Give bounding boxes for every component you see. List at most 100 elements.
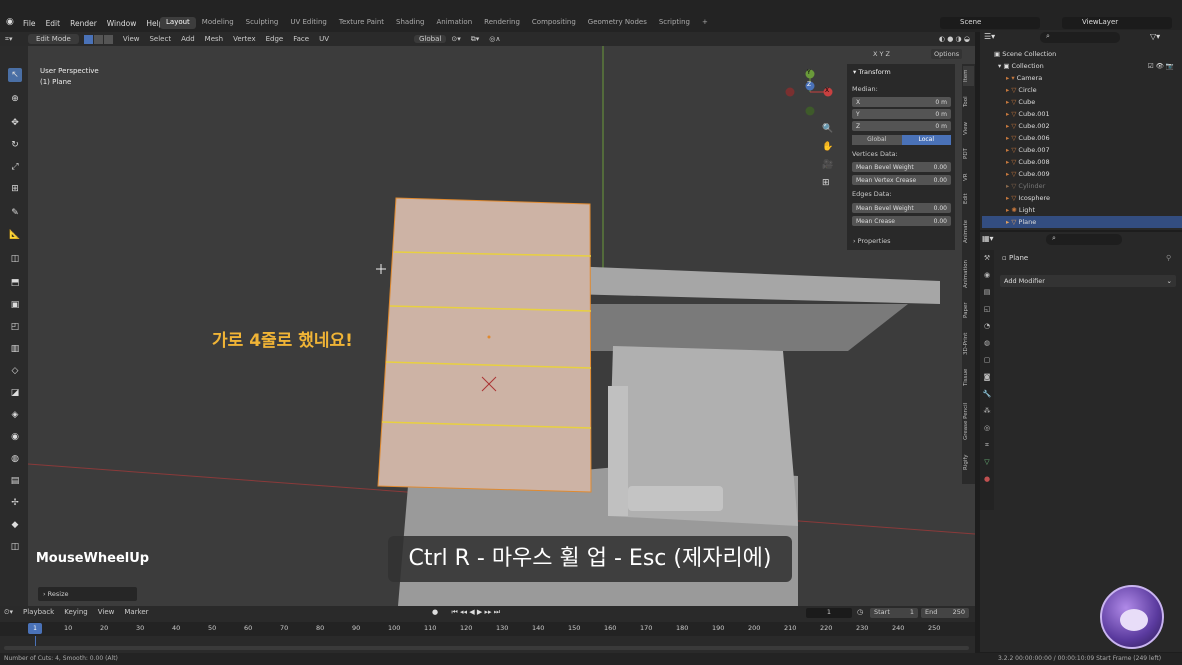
outliner-item-circle[interactable]: ▸ ▽ Circle <box>1006 84 1182 96</box>
menu-edit[interactable]: Edit <box>41 19 66 28</box>
sidebar-tab-animation[interactable]: Animation <box>963 254 974 294</box>
outliner-item-icosphere[interactable]: ▸ ▽ Icosphere <box>1006 192 1182 204</box>
loop-cut-tool-icon[interactable]: ▥ <box>8 342 22 356</box>
visibility-icon[interactable]: ☑ 👁 📷 <box>1148 62 1174 70</box>
sidebar-tab-pdt[interactable]: PDT <box>963 144 974 164</box>
pan-hand-icon[interactable]: ✋ <box>822 138 834 156</box>
pin-icon[interactable]: ⚲ <box>1166 254 1171 262</box>
navigation-gizmo[interactable]: Y X Z <box>784 66 840 122</box>
timeline-view-menu[interactable]: View <box>98 608 115 617</box>
median-z-field[interactable]: Z0 m <box>852 121 951 131</box>
viewport-shading-icons[interactable]: ◐ ● ◑ ◒ <box>934 35 975 43</box>
vertex-select-icon[interactable] <box>83 34 93 44</box>
output-tab-icon[interactable]: ▤ <box>980 284 994 301</box>
outliner-item-cube-007[interactable]: ▸ ▽ Cube.007 <box>1006 144 1182 156</box>
sidebar-tab-edit[interactable]: Edit <box>963 190 974 208</box>
snap-icon[interactable]: ⧉▾ <box>466 35 485 44</box>
filter-icon[interactable]: ▽▾ <box>1150 32 1160 41</box>
sidebar-tab-animate[interactable]: Animate <box>963 214 974 248</box>
options-button[interactable]: Options <box>931 49 963 59</box>
tab-uv-editing[interactable]: UV Editing <box>284 17 333 29</box>
menu-mesh[interactable]: Mesh <box>200 35 228 43</box>
render-tab-icon[interactable]: ◉ <box>980 267 994 284</box>
bevel-tool-icon[interactable]: ◰ <box>8 320 22 334</box>
annotate-tool-icon[interactable]: ✎ <box>8 206 22 220</box>
menu-window[interactable]: Window <box>102 19 142 28</box>
material-tab-icon[interactable]: ● <box>980 471 994 488</box>
prev-key-icon[interactable]: ◂◂ <box>460 608 467 616</box>
tab-texture-paint[interactable]: Texture Paint <box>333 17 390 29</box>
outliner-item-cylinder[interactable]: ▸ ▽ Cylinder <box>1006 180 1182 192</box>
vertex-bevel-weight-field[interactable]: Mean Bevel Weight 0.00 <box>852 162 951 172</box>
sidebar-tab-rigify[interactable]: Rigify <box>963 450 974 474</box>
tab-layout[interactable]: Layout <box>160 17 196 29</box>
sidebar-tab-tool[interactable]: Tool <box>963 92 974 112</box>
3d-viewport[interactable]: User Perspective (1) Plane Y X Z 🔍 ✋ 🎥 ⊞… <box>28 46 975 606</box>
jump-end-icon[interactable]: ⏭ <box>494 608 500 616</box>
outliner-item-camera[interactable]: ▸ ▾ Camera <box>1006 72 1182 84</box>
outliner-item-cube-006[interactable]: ▸ ▽ Cube.006 <box>1006 132 1182 144</box>
editor-type-icon[interactable]: ⌗▾ <box>0 35 28 44</box>
menu-face[interactable]: Face <box>288 35 314 43</box>
transform-header[interactable]: ▾ Transform <box>853 68 891 76</box>
playback-menu[interactable]: Playback <box>23 608 54 617</box>
world-tab-icon[interactable]: ◍ <box>980 335 994 352</box>
object-tab-icon[interactable]: ◙ <box>980 369 994 386</box>
rip-tool-icon[interactable]: ◆ <box>8 518 22 532</box>
extrude-tool-icon[interactable]: ⬒ <box>8 276 22 290</box>
tab-modeling[interactable]: Modeling <box>196 17 240 29</box>
constraints-tab-icon[interactable]: ⌗ <box>980 437 994 454</box>
sidebar-tab-view[interactable]: View <box>963 118 974 138</box>
properties-search-input[interactable]: ⌕ <box>1046 234 1122 245</box>
add-cube-tool-icon[interactable]: ◫ <box>8 252 22 266</box>
face-select-icon[interactable] <box>103 34 113 44</box>
current-frame-field[interactable]: 1 <box>806 608 852 618</box>
orientation-selector[interactable]: Global <box>414 35 447 43</box>
physics-tab-icon[interactable]: ◎ <box>980 420 994 437</box>
sidebar-tab-item[interactable]: Item <box>963 66 974 86</box>
edge-crease-field[interactable]: Mean Crease 0.00 <box>852 216 951 226</box>
play-reverse-icon[interactable]: ◀ <box>469 608 474 616</box>
outliner-search-input[interactable]: ⌕ <box>1040 32 1120 43</box>
marker-menu[interactable]: Marker <box>124 608 148 617</box>
scene-tab-icon[interactable]: ◔ <box>980 318 994 335</box>
record-icon[interactable]: ● <box>432 608 438 616</box>
move-tool-icon[interactable]: ✥ <box>8 116 22 130</box>
median-y-field[interactable]: Y0 m <box>852 109 951 119</box>
menu-add[interactable]: Add <box>176 35 200 43</box>
modifier-tab-icon[interactable]: 🔧 <box>980 386 994 403</box>
edge-slide-tool-icon[interactable]: ◍ <box>8 452 22 466</box>
outliner-item-cube-009[interactable]: ▸ ▽ Cube.009 <box>1006 168 1182 180</box>
properties-header[interactable]: › Properties <box>853 237 891 245</box>
clock-icon[interactable]: ◷ <box>857 608 863 616</box>
scale-tool-icon[interactable]: ⤢ <box>8 160 22 174</box>
add-workspace-icon[interactable]: + <box>696 17 714 29</box>
sidebar-tab-tissue[interactable]: Tissue <box>963 364 974 390</box>
properties-editor-icon[interactable]: ▦▾ <box>982 234 994 243</box>
tab-compositing[interactable]: Compositing <box>526 17 582 29</box>
menu-render[interactable]: Render <box>65 19 102 28</box>
transform-tool-icon[interactable]: ⊞ <box>8 182 22 196</box>
timeline-scrollbar[interactable] <box>4 646 969 650</box>
sidebar-tab-3d-print[interactable]: 3D-Print <box>963 328 974 360</box>
blender-logo-icon[interactable]: ◉ <box>6 17 14 27</box>
tab-geometry-nodes[interactable]: Geometry Nodes <box>582 17 653 29</box>
smooth-tool-icon[interactable]: ◉ <box>8 430 22 444</box>
inset-tool-icon[interactable]: ▣ <box>8 298 22 312</box>
outliner-item-plane[interactable]: ▸ ▽ Plane <box>982 216 1182 228</box>
view-layer-tab-icon[interactable]: ◱ <box>980 301 994 318</box>
global-button[interactable]: Global <box>852 135 902 145</box>
menu-view[interactable]: View <box>118 35 145 43</box>
shear-tool-icon[interactable]: ✢ <box>8 496 22 510</box>
keying-menu[interactable]: Keying <box>64 608 88 617</box>
rotate-tool-icon[interactable]: ↻ <box>8 138 22 152</box>
collection-row[interactable]: ▾ ▣ Collection ☑ 👁 📷 <box>998 60 1182 72</box>
proportional-icon[interactable]: ◎∧ <box>484 35 505 43</box>
tab-sculpting[interactable]: Sculpting <box>240 17 285 29</box>
add-modifier-button[interactable]: Add Modifier ⌄ <box>1000 275 1176 287</box>
play-icon[interactable]: ▶ <box>477 608 482 616</box>
tab-shading[interactable]: Shading <box>390 17 430 29</box>
end-frame-field[interactable]: End 250 <box>921 608 969 618</box>
menu-file[interactable]: File <box>18 19 41 28</box>
outliner-item-cube[interactable]: ▸ ▽ Cube <box>1006 96 1182 108</box>
